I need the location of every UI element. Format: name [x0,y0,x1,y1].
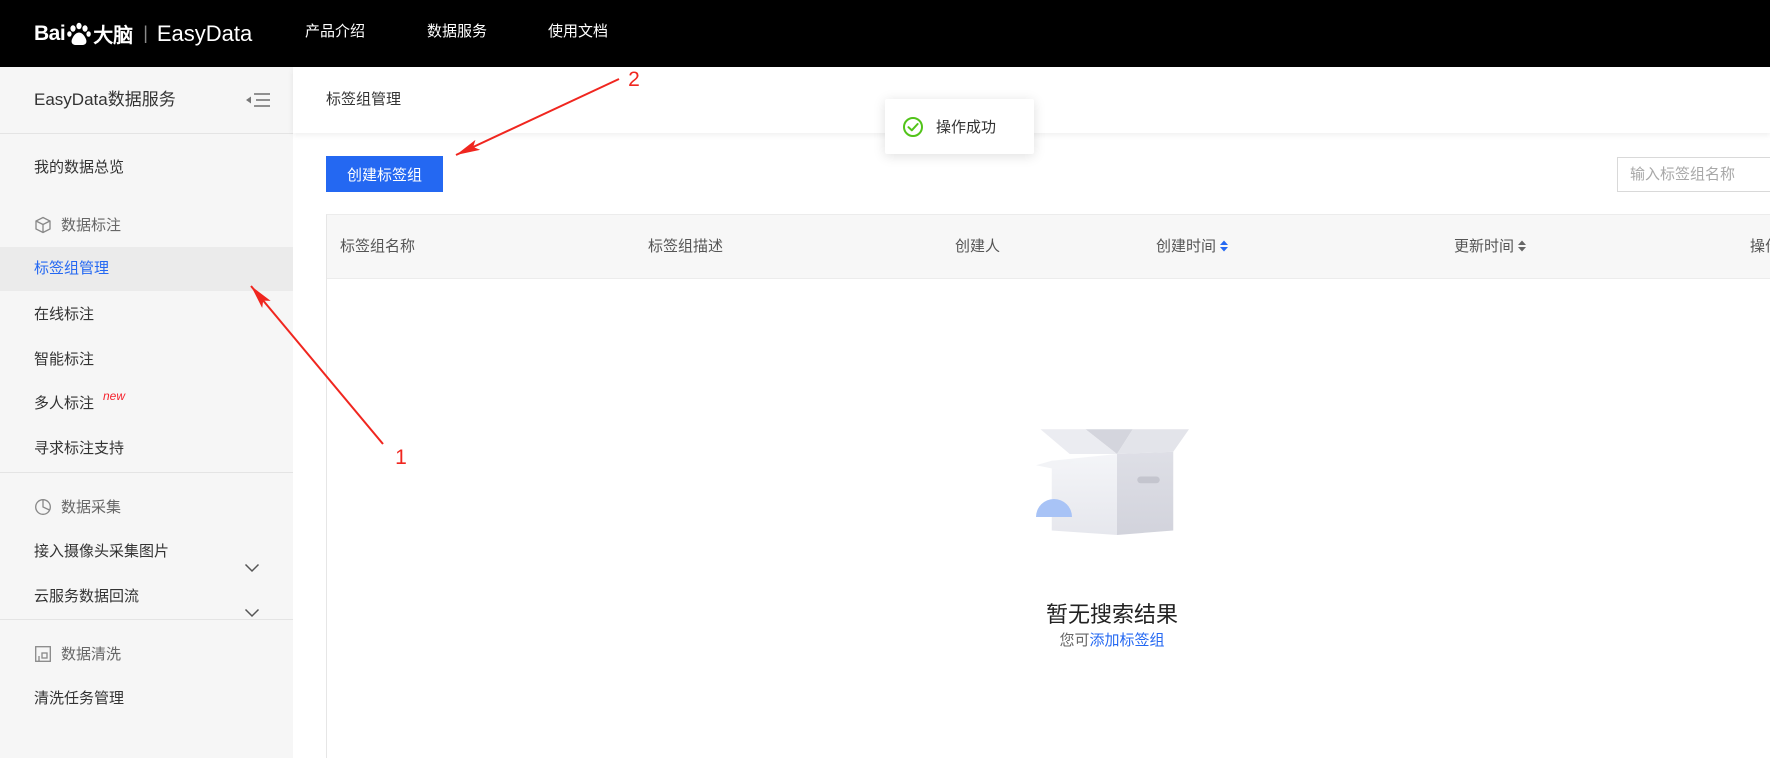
sidebar-item-online-annotation[interactable]: 在线标注 [0,292,293,337]
sidebar-item-annotation-support[interactable]: 寻求标注支持 [0,426,293,471]
sidebar-item-cloud-data-reflow[interactable]: 云服务数据回流 [0,574,293,619]
sidebar-group-cleaning: 数据清洗 [0,631,293,676]
collapse-menu-icon[interactable] [244,90,272,110]
cube-icon [34,216,52,234]
column-header-updated-time[interactable]: 更新时间 [1454,215,1527,278]
toast-message: 操作成功 [936,119,997,136]
sidebar-group-title: 数据标注 [61,217,122,234]
top-navigation-bar: Bai 大脑 | EasyData 产品介绍 数据服务 使用文档 [0,0,1770,67]
empty-hint-prefix: 您可 [1059,632,1090,649]
column-header-label: 创建时间 [1156,238,1217,255]
create-label-group-button[interactable]: 创建标签组 [326,156,443,192]
sidebar-item-label: 智能标注 [34,351,95,368]
chevron-down-icon[interactable] [244,591,260,618]
logo-brand-prefix: Bai [34,21,66,45]
breadcrumb: 标签组管理 [326,91,402,108]
sidebar-item-smart-annotation[interactable]: 智能标注 [0,337,293,382]
column-header-label: 更新时间 [1454,238,1515,255]
check-circle-icon [902,116,924,138]
sidebar-group-annotation: 数据标注 [0,202,293,247]
sidebar-item-camera-collection[interactable]: 接入摄像头采集图片 [0,529,293,574]
logo-product-name: EasyData [156,20,253,46]
success-toast: 操作成功 [885,99,1034,154]
sort-icon[interactable] [1518,240,1527,252]
sidebar-item-cleaning-tasks[interactable]: 清洗任务管理 [0,676,293,721]
column-header-description: 标签组描述 [648,238,724,255]
search-input[interactable] [1617,157,1770,192]
column-header-created-time[interactable]: 创建时间 [1156,215,1229,278]
sidebar-group-title: 数据清洗 [61,646,122,663]
new-badge: new [103,389,126,403]
sidebar-divider [0,133,293,134]
nav-product-intro[interactable]: 产品介绍 [305,0,365,64]
image-clean-icon [34,645,52,663]
column-header-actions: 操作 [1750,238,1770,255]
sidebar-item-label: 寻求标注支持 [34,440,125,457]
sidebar-item-label: 云服务数据回流 [34,588,140,605]
sidebar-item-overview[interactable]: 我的数据总览 [0,145,293,190]
sidebar: EasyData数据服务 我的数据总览 数据标注 标签组管理 在线标注 智能标注… [0,67,293,758]
add-label-group-link[interactable]: 添加标签组 [1090,632,1165,649]
table-header: 标签组名称 标签组描述 创建人 创建时间 更新时间 操作 [327,215,1770,279]
nav-data-service[interactable]: 数据服务 [427,0,487,64]
sort-icon[interactable] [1220,240,1229,252]
sidebar-divider [0,619,293,620]
logo-divider: | [143,23,148,43]
column-header-name: 标签组名称 [340,238,416,255]
empty-state-title: 暂无搜索结果 [1045,602,1178,627]
pie-chart-icon [34,498,52,516]
empty-state-hint: 您可添加标签组 [912,632,1312,650]
sidebar-item-label: 接入摄像头采集图片 [34,543,170,560]
sidebar-item-label: 在线标注 [34,306,95,323]
logo-brand-suffix: 大脑 [93,25,134,47]
chevron-down-icon[interactable] [244,546,260,573]
nav-documentation[interactable]: 使用文档 [548,0,608,64]
sidebar-group-collection: 数据采集 [0,484,293,529]
sidebar-item-label: 清洗任务管理 [34,690,125,707]
sidebar-item-team-annotation[interactable]: 多人标注 new [0,381,293,426]
sidebar-item-label-group-management[interactable]: 标签组管理 [0,247,293,291]
sidebar-group-title: 数据采集 [61,499,122,516]
sidebar-divider [0,472,293,473]
sidebar-item-label: 多人标注 [34,395,95,412]
empty-box-icon [1036,429,1189,535]
logo[interactable]: Bai 大脑 | EasyData [34,0,252,67]
column-header-creator: 创建人 [955,238,1001,255]
sidebar-title: EasyData数据服务 [34,90,176,109]
paw-icon [66,21,92,47]
sidebar-item-label: 标签组管理 [34,260,110,277]
